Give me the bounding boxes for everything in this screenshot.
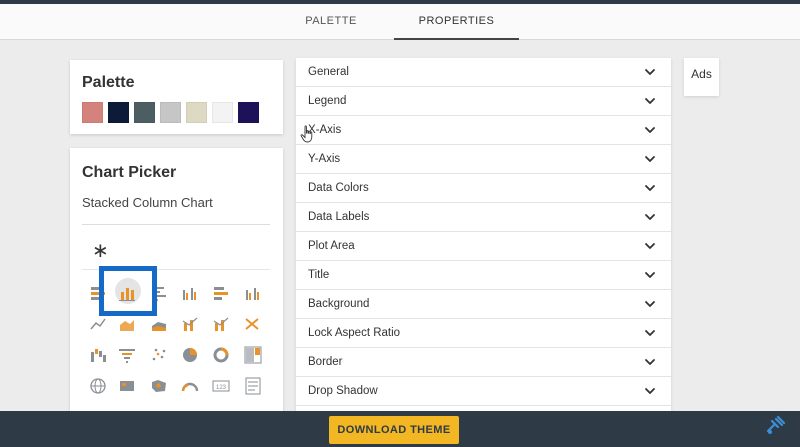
color-swatch-1[interactable] — [82, 102, 103, 123]
donut-chart-icon[interactable] — [212, 346, 230, 364]
chevron-down-icon[interactable] — [643, 210, 657, 224]
line-chart-icon[interactable] — [89, 315, 107, 333]
chevron-down-icon[interactable] — [643, 297, 657, 311]
color-swatch-6[interactable] — [212, 102, 233, 123]
accordion-section-border[interactable]: Border — [296, 348, 671, 377]
filled-map-icon[interactable] — [118, 377, 136, 395]
line-and-stacked-column-chart-icon[interactable] — [181, 315, 199, 333]
accordion-section-data-colors[interactable]: Data Colors — [296, 174, 671, 203]
100-percent-stacked-column-chart-icon[interactable] — [244, 284, 262, 302]
palette-swatches — [82, 102, 259, 123]
accordion-section-plot-area[interactable]: Plot Area — [296, 232, 671, 261]
chevron-down-icon[interactable] — [643, 152, 657, 166]
chevron-down-icon[interactable] — [643, 239, 657, 253]
chevron-down-icon[interactable] — [643, 326, 657, 340]
svg-text:123: 123 — [216, 385, 227, 391]
line-and-clustered-column-chart-icon[interactable] — [212, 315, 230, 333]
accordion-section-label: Data Colors — [308, 182, 369, 194]
clustered-bar-chart-icon[interactable] — [150, 284, 168, 302]
palette-card: Palette — [70, 60, 283, 134]
asterisk-icon[interactable]: ∗ — [92, 238, 109, 263]
stacked-column-chart-icon[interactable] — [118, 284, 136, 302]
funnel-chart-icon[interactable] — [118, 346, 136, 364]
color-swatch-7[interactable] — [238, 102, 259, 123]
app-logo-icon — [766, 415, 786, 434]
tab-bar: PALETTE PROPERTIES — [0, 4, 800, 40]
accordion-section-legend[interactable]: Legend — [296, 87, 671, 116]
chevron-down-icon[interactable] — [643, 123, 657, 137]
accordion-section-label: Y-Axis — [308, 153, 341, 165]
chevron-down-icon[interactable] — [643, 94, 657, 108]
download-theme-button[interactable]: DOWNLOAD THEME — [329, 416, 459, 444]
accordion-section-label: Border — [308, 356, 343, 368]
accordion-section-background[interactable]: Background — [296, 290, 671, 319]
clustered-column-chart-icon[interactable] — [181, 284, 199, 302]
chevron-down-icon[interactable] — [643, 65, 657, 79]
accordion-section-y-axis[interactable]: Y-Axis — [296, 145, 671, 174]
accordion-section-label: Plot Area — [308, 240, 355, 252]
treemap-chart-icon[interactable] — [244, 346, 262, 364]
hand-cursor-icon — [300, 125, 313, 143]
divider — [82, 224, 270, 225]
map-icon[interactable] — [89, 377, 107, 395]
chart-picker-card: Chart Picker Stacked Column Chart ∗ 123 — [70, 148, 283, 418]
properties-accordion: General Legend X-Axis Y-Axis Data Colors Data… — [296, 58, 671, 413]
palette-title: Palette — [82, 74, 135, 91]
accordion-section-label: Background — [308, 298, 370, 310]
color-swatch-4[interactable] — [160, 102, 181, 123]
tab-palette[interactable]: PALETTE — [290, 4, 372, 40]
100-percent-stacked-bar-chart-icon[interactable] — [212, 284, 230, 302]
chart-picker-title: Chart Picker — [82, 164, 177, 181]
accordion-section-data-labels[interactable]: Data Labels — [296, 203, 671, 232]
accordion-section-label: Title — [308, 269, 330, 281]
accordion-section-label: Drop Shadow — [308, 385, 378, 397]
accordion-section-label: General — [308, 66, 349, 78]
shape-map-icon[interactable] — [150, 377, 168, 395]
waterfall-chart-icon[interactable] — [89, 346, 107, 364]
accordion-section-label: Data Labels — [308, 211, 370, 223]
accordion-section-x-axis[interactable]: X-Axis — [296, 116, 671, 145]
selected-chart-name: Stacked Column Chart — [82, 195, 213, 210]
pie-chart-icon[interactable] — [181, 346, 199, 364]
card-visual-icon[interactable]: 123 — [212, 377, 230, 395]
color-swatch-3[interactable] — [134, 102, 155, 123]
ads-box: Ads — [684, 58, 719, 96]
gauge-chart-icon[interactable] — [181, 377, 199, 395]
accordion-section-lock-aspect-ratio[interactable]: Lock Aspect Ratio — [296, 319, 671, 348]
accordion-section-label: Lock Aspect Ratio — [308, 327, 401, 339]
chevron-down-icon[interactable] — [643, 384, 657, 398]
accordion-section-label: Legend — [308, 95, 347, 107]
stacked-area-chart-icon[interactable] — [150, 315, 168, 333]
accordion-section-general[interactable]: General — [296, 58, 671, 87]
color-swatch-5[interactable] — [186, 102, 207, 123]
scatter-chart-icon[interactable] — [150, 346, 168, 364]
accordion-section-drop-shadow[interactable]: Drop Shadow — [296, 377, 671, 406]
chevron-down-icon[interactable] — [643, 181, 657, 195]
ribbon-chart-icon[interactable] — [244, 315, 262, 333]
multi-row-card-icon[interactable] — [244, 377, 262, 395]
accordion-section-title[interactable]: Title — [296, 261, 671, 290]
chevron-down-icon[interactable] — [643, 268, 657, 282]
area-chart-icon[interactable] — [118, 315, 136, 333]
divider — [82, 269, 270, 270]
color-swatch-2[interactable] — [108, 102, 129, 123]
tab-properties[interactable]: PROPERTIES — [394, 4, 519, 40]
chevron-down-icon[interactable] — [643, 355, 657, 369]
stacked-bar-chart-icon[interactable] — [89, 284, 107, 302]
